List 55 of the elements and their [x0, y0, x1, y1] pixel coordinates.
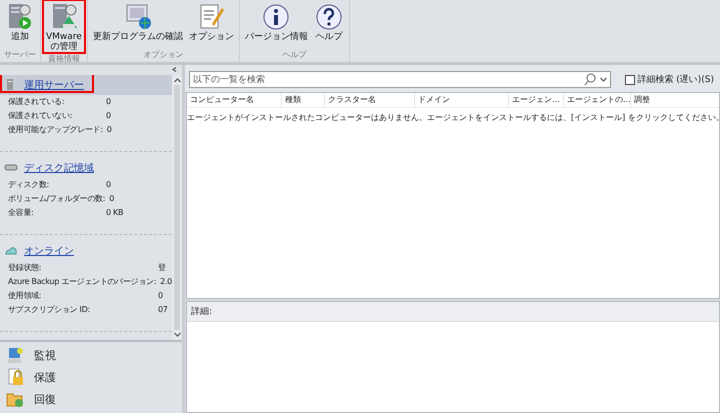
ribbon-button[interactable]: オプション [186, 0, 237, 49]
stat-label: 全容量: [8, 207, 34, 219]
ribbon-button[interactable]: 追加 [2, 0, 38, 49]
column-header[interactable]: エージェン... [509, 93, 564, 107]
stat-label: サブスクリプション ID: [8, 304, 91, 316]
stat-value: 0 [106, 110, 111, 122]
column-header[interactable]: 調整 [631, 93, 719, 107]
help-icon [314, 2, 344, 32]
stat-label: ボリューム/フォルダーの数: [8, 193, 106, 205]
scroll-down-icon [174, 332, 180, 337]
ribbon-button[interactable]: VMware の管理 [43, 0, 85, 53]
ribbon-button[interactable]: 更新プログラムの確認 [90, 0, 186, 49]
stat-value: 07 [158, 304, 168, 316]
info-icon [261, 2, 292, 32]
empty-message: エージェントがインストールされたコンピューターはありません。エージェントをインストールするには、[インストール] をクリックしてください。 [187, 112, 719, 124]
section-link[interactable]: オンライン [24, 244, 74, 258]
stat-value: 0 [158, 290, 163, 302]
stat-label: Azure Backup エージェントのバージョン: [8, 276, 156, 288]
checkbox[interactable] [625, 74, 636, 84]
group-label: オプション [142, 49, 184, 61]
stat-label: ディスク数: [8, 179, 50, 191]
column-header[interactable]: エージェントの... [564, 93, 631, 107]
ribbon-button[interactable]: ヘルプ [310, 0, 347, 49]
nav-item[interactable]: 監視 [6, 346, 176, 364]
stat-label: 使用可能なアップグレード: [8, 124, 103, 136]
column-header[interactable]: クラスター名 [325, 93, 415, 107]
stat-value: 2.0 [160, 276, 172, 288]
stat-value: 0 [106, 179, 111, 191]
stat-value: 登 [158, 262, 166, 274]
column-header[interactable]: 種類 [282, 93, 325, 107]
stat-label: 登録状態: [8, 262, 42, 274]
search-icon [584, 73, 598, 86]
nav-item[interactable]: 回復 [6, 390, 176, 408]
checkbox-label: 詳細検索 (遅い)(S) [637, 74, 714, 86]
group-label: サーバー [3, 49, 37, 61]
nav-item[interactable]: 保護 [6, 368, 176, 386]
group-label: ヘルプ [281, 49, 308, 61]
ribbon-button[interactable]: バージョン情報 [242, 0, 311, 49]
stat-label: 保護されていない: [8, 110, 73, 122]
column-header[interactable]: コンピューター名 [187, 93, 282, 107]
stat-label: 保護されている: [8, 96, 66, 108]
padlock-icon [6, 368, 24, 386]
stat-label: 使用領域: [8, 290, 42, 302]
dropdown-caret-icon[interactable] [600, 77, 608, 82]
computer-icon [6, 346, 24, 364]
column-header[interactable]: ドメイン [415, 93, 509, 107]
stat-value: 0 KB [106, 207, 124, 219]
stat-value: 0 [106, 124, 112, 136]
scroll-up-icon [174, 78, 180, 83]
scrollbar[interactable] [172, 75, 182, 340]
stat-value: 0 [109, 193, 114, 205]
group-label: 資格情報 [46, 52, 81, 65]
stat-value: 0 [106, 96, 111, 108]
section-link[interactable]: ディスク記憶域 [24, 161, 94, 175]
details-title: 詳細: [187, 302, 719, 322]
